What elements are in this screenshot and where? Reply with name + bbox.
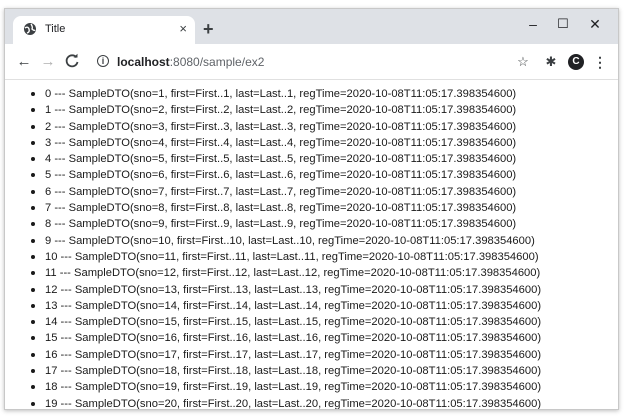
list-item: 9 --- SampleDTO(sno=10, first=First..10,… <box>27 233 541 249</box>
bookmark-star-icon[interactable]: ☆ <box>514 53 532 71</box>
tab-strip: Title × + – ☐ ✕ <box>5 9 618 44</box>
tab-close-icon[interactable]: × <box>179 21 187 37</box>
list-item: 5 --- SampleDTO(sno=6, first=First..6, l… <box>27 167 541 183</box>
list-item: 11 --- SampleDTO(sno=12, first=First..12… <box>27 265 541 281</box>
more-menu-icon[interactable]: ⋮ <box>591 53 609 71</box>
dto-list: 0 --- SampleDTO(sno=1, first=First..1, l… <box>5 86 541 409</box>
profile-avatar[interactable]: C <box>568 54 584 70</box>
url-text[interactable]: localhost:8080/sample/ex2 <box>117 55 264 69</box>
browser-window: Title × + – ☐ ✕ ← → i localhost:8080/sam… <box>4 8 619 410</box>
info-icon[interactable]: i <box>97 55 109 67</box>
list-item: 4 --- SampleDTO(sno=5, first=First..5, l… <box>27 151 541 167</box>
address-bar[interactable]: i localhost:8080/sample/ex2 <box>91 50 501 74</box>
list-item: 17 --- SampleDTO(sno=18, first=First..18… <box>27 363 541 379</box>
list-item: 16 --- SampleDTO(sno=17, first=First..17… <box>27 347 541 363</box>
page-content: 0 --- SampleDTO(sno=1, first=First..1, l… <box>5 80 618 409</box>
list-item: 0 --- SampleDTO(sno=1, first=First..1, l… <box>27 86 541 102</box>
url-path: :8080/sample/ex2 <box>169 55 265 69</box>
list-item: 8 --- SampleDTO(sno=9, first=First..9, l… <box>27 216 541 232</box>
list-item: 13 --- SampleDTO(sno=14, first=First..14… <box>27 298 541 314</box>
tab-title: Title <box>45 23 66 35</box>
minimize-icon[interactable]: – <box>518 14 548 34</box>
list-item: 6 --- SampleDTO(sno=7, first=First..7, l… <box>27 184 541 200</box>
list-item: 18 --- SampleDTO(sno=19, first=First..19… <box>27 379 541 395</box>
maximize-icon[interactable]: ☐ <box>548 14 578 34</box>
forward-arrow-icon[interactable]: → <box>39 53 57 71</box>
list-item: 14 --- SampleDTO(sno=15, first=First..15… <box>27 314 541 330</box>
list-item: 15 --- SampleDTO(sno=16, first=First..16… <box>27 330 541 346</box>
url-host: localhost <box>117 55 170 69</box>
list-item: 7 --- SampleDTO(sno=8, first=First..8, l… <box>27 200 541 216</box>
list-item: 19 --- SampleDTO(sno=20, first=First..20… <box>27 396 541 409</box>
list-item: 2 --- SampleDTO(sno=3, first=First..3, l… <box>27 119 541 135</box>
reload-icon[interactable] <box>63 53 81 71</box>
list-item: 1 --- SampleDTO(sno=2, first=First..2, l… <box>27 102 541 118</box>
globe-icon <box>23 22 37 36</box>
tab-title-page[interactable]: Title × <box>13 16 195 44</box>
extensions-puzzle-icon[interactable]: ✱ <box>542 53 560 71</box>
back-arrow-icon[interactable]: ← <box>15 53 33 71</box>
browser-toolbar: ← → i localhost:8080/sample/ex2 ☆ ✱ C ⋮ <box>5 44 618 80</box>
list-item: 10 --- SampleDTO(sno=11, first=First..11… <box>27 249 541 265</box>
new-tab-icon[interactable]: + <box>203 20 214 38</box>
window-close-icon[interactable]: ✕ <box>580 14 610 34</box>
list-item: 12 --- SampleDTO(sno=13, first=First..13… <box>27 282 541 298</box>
list-item: 3 --- SampleDTO(sno=4, first=First..4, l… <box>27 135 541 151</box>
